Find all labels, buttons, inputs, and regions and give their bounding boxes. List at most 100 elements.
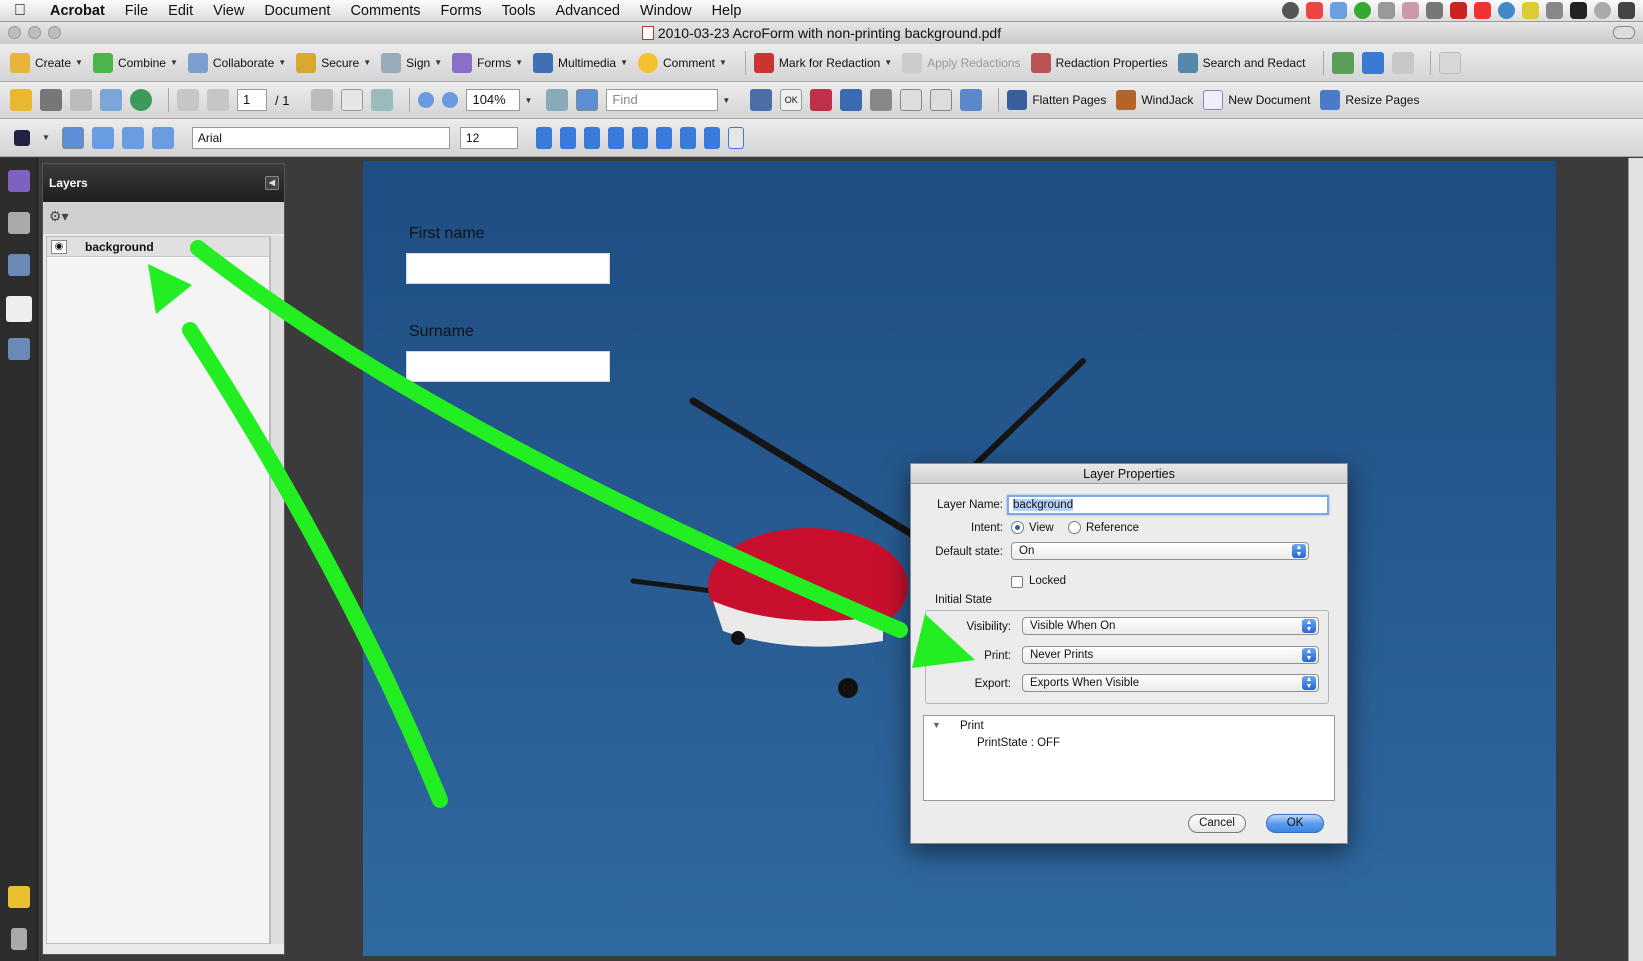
select-text-icon[interactable] (311, 89, 334, 111)
redo-icon[interactable] (1392, 51, 1415, 74)
align-left-icon[interactable] (61, 126, 84, 149)
menu-advanced[interactable]: Advanced (546, 3, 631, 19)
align-center-icon[interactable] (91, 126, 114, 149)
sign-button[interactable]: Sign ▼ (381, 52, 442, 73)
collapse-panel-button[interactable]: ◀ (265, 176, 279, 190)
mark-for-redaction-button[interactable]: Mark for Redaction ▼ (753, 52, 892, 73)
text-color-icon[interactable] (14, 129, 30, 146)
intent-reference-radio[interactable] (1068, 521, 1081, 534)
create-button[interactable]: Create ▼ (10, 52, 83, 73)
text-field-tool-icon[interactable] (900, 89, 923, 111)
multimedia-button[interactable]: Multimedia ▼ (533, 52, 628, 73)
menu-tools[interactable]: Tools (492, 3, 546, 19)
layers-scrollbar[interactable] (270, 236, 284, 944)
disclosure-triangle-icon[interactable]: ▼ (932, 720, 941, 730)
collaborate-button[interactable]: Collaborate ▼ (187, 52, 286, 73)
toolbar-toggle-button[interactable] (1613, 26, 1635, 39)
layer-name-input[interactable]: background (1007, 495, 1329, 515)
visibility-select[interactable]: Visible When On ▲ ▼ (1022, 617, 1319, 635)
default-state-select[interactable]: On ▲ ▼ (1011, 542, 1309, 560)
print-select[interactable]: Never Prints ▲ ▼ (1022, 646, 1319, 664)
page-thumbnails-icon[interactable] (8, 212, 30, 234)
zoom-out-icon[interactable] (418, 92, 435, 108)
menu-extra-icon-3[interactable] (1450, 2, 1467, 19)
spellcheck-icon[interactable] (1332, 51, 1355, 74)
menu-extra-icon-4[interactable] (1498, 2, 1515, 19)
print-icon[interactable] (40, 89, 62, 111)
zoom-in-icon[interactable] (442, 92, 459, 108)
eye-icon[interactable]: ◉ (51, 239, 67, 254)
strikethrough-icon[interactable] (607, 126, 624, 149)
finder-icon[interactable] (1330, 2, 1347, 19)
menu-edit[interactable]: Edit (158, 3, 203, 19)
zoom-level-input[interactable]: 104% (466, 89, 521, 111)
combine-button[interactable]: Combine ▼ (92, 52, 178, 73)
select-object-icon[interactable] (750, 89, 773, 111)
menu-extra-icon-5[interactable] (1522, 2, 1539, 19)
resize-pages-button[interactable]: Resize Pages (1320, 90, 1419, 110)
crop-icon[interactable] (840, 89, 863, 111)
text-style-icon[interactable] (535, 126, 552, 149)
button-tool-icon[interactable]: OK (780, 89, 803, 111)
text-direction-icon[interactable] (679, 126, 696, 149)
volume-icon[interactable] (1378, 2, 1395, 19)
signatures-icon[interactable] (8, 338, 30, 360)
bookmarks-icon[interactable] (8, 254, 30, 276)
zoom-dropdown-icon[interactable]: ▼ (524, 96, 532, 105)
locked-checkbox[interactable] (1011, 576, 1023, 588)
cancel-button[interactable]: Cancel (1188, 814, 1246, 833)
scrolling-mode-icon[interactable] (546, 89, 569, 111)
menu-help[interactable]: Help (702, 3, 752, 19)
attachment-icon[interactable] (11, 928, 27, 950)
menu-forms[interactable]: Forms (431, 3, 492, 19)
menu-file[interactable]: File (115, 3, 158, 19)
superscript-icon[interactable] (631, 126, 648, 149)
bounding-box-icon[interactable] (727, 126, 744, 149)
timemachine-icon[interactable] (1282, 2, 1299, 19)
find-options-icon[interactable]: ▼ (722, 96, 730, 105)
intent-view-radio[interactable] (1011, 521, 1024, 534)
export-select[interactable]: Exports When Visible ▲ ▼ (1022, 674, 1319, 692)
close-window-button[interactable] (8, 26, 21, 39)
display-icon[interactable] (1618, 2, 1635, 19)
status-icon[interactable] (1354, 2, 1371, 19)
menu-app[interactable]: Acrobat (40, 3, 115, 19)
secure-button[interactable]: Secure ▼ (296, 52, 371, 73)
windjack-button[interactable]: WindJack (1116, 90, 1193, 110)
share-icon[interactable] (130, 89, 152, 111)
layers-icon[interactable] (6, 296, 32, 322)
font-size-select[interactable]: 12 (459, 126, 518, 149)
comments-icon[interactable] (8, 886, 30, 908)
subscript-icon[interactable] (655, 126, 672, 149)
save-icon[interactable] (70, 89, 92, 111)
font-family-select[interactable]: Arial (191, 126, 450, 149)
menu-extra-icon[interactable] (1402, 2, 1419, 19)
next-page-icon[interactable] (207, 89, 229, 111)
menu-document[interactable]: Document (254, 3, 340, 19)
apply-redactions-button[interactable]: Apply Redactions (902, 52, 1021, 73)
attach-tool-icon[interactable] (870, 89, 893, 111)
text-scale-icon[interactable] (703, 126, 720, 149)
ok-button[interactable]: OK (1266, 814, 1324, 833)
magnet-icon[interactable] (810, 89, 833, 111)
find-input[interactable]: Find (606, 89, 719, 111)
color-dropdown-icon[interactable]: ▼ (42, 133, 50, 142)
forms-button[interactable]: Forms ▼ (452, 52, 523, 73)
blank-page-icon[interactable] (1439, 51, 1462, 74)
edit-form-icon[interactable] (960, 89, 983, 111)
marquee-zoom-icon[interactable] (371, 89, 394, 111)
surname-field[interactable] (406, 351, 610, 382)
menu-comments[interactable]: Comments (340, 3, 430, 19)
page-number-input[interactable]: 1 (237, 89, 267, 111)
acrobat-menu-icon[interactable] (1306, 2, 1323, 19)
open-folder-icon[interactable] (10, 89, 32, 111)
menu-window[interactable]: Window (630, 3, 702, 19)
menu-extra-icon-6[interactable] (1570, 2, 1587, 19)
justify-icon[interactable] (151, 126, 174, 149)
apple-menu-icon[interactable]:  (0, 2, 40, 20)
flatten-pages-button[interactable]: Flatten Pages (1007, 90, 1106, 110)
italic-icon[interactable] (559, 126, 576, 149)
gear-icon[interactable]: ⚙▾ (49, 208, 69, 224)
menu-extra-icon-2[interactable] (1426, 2, 1443, 19)
new-document-button[interactable]: New Document (1203, 90, 1310, 110)
